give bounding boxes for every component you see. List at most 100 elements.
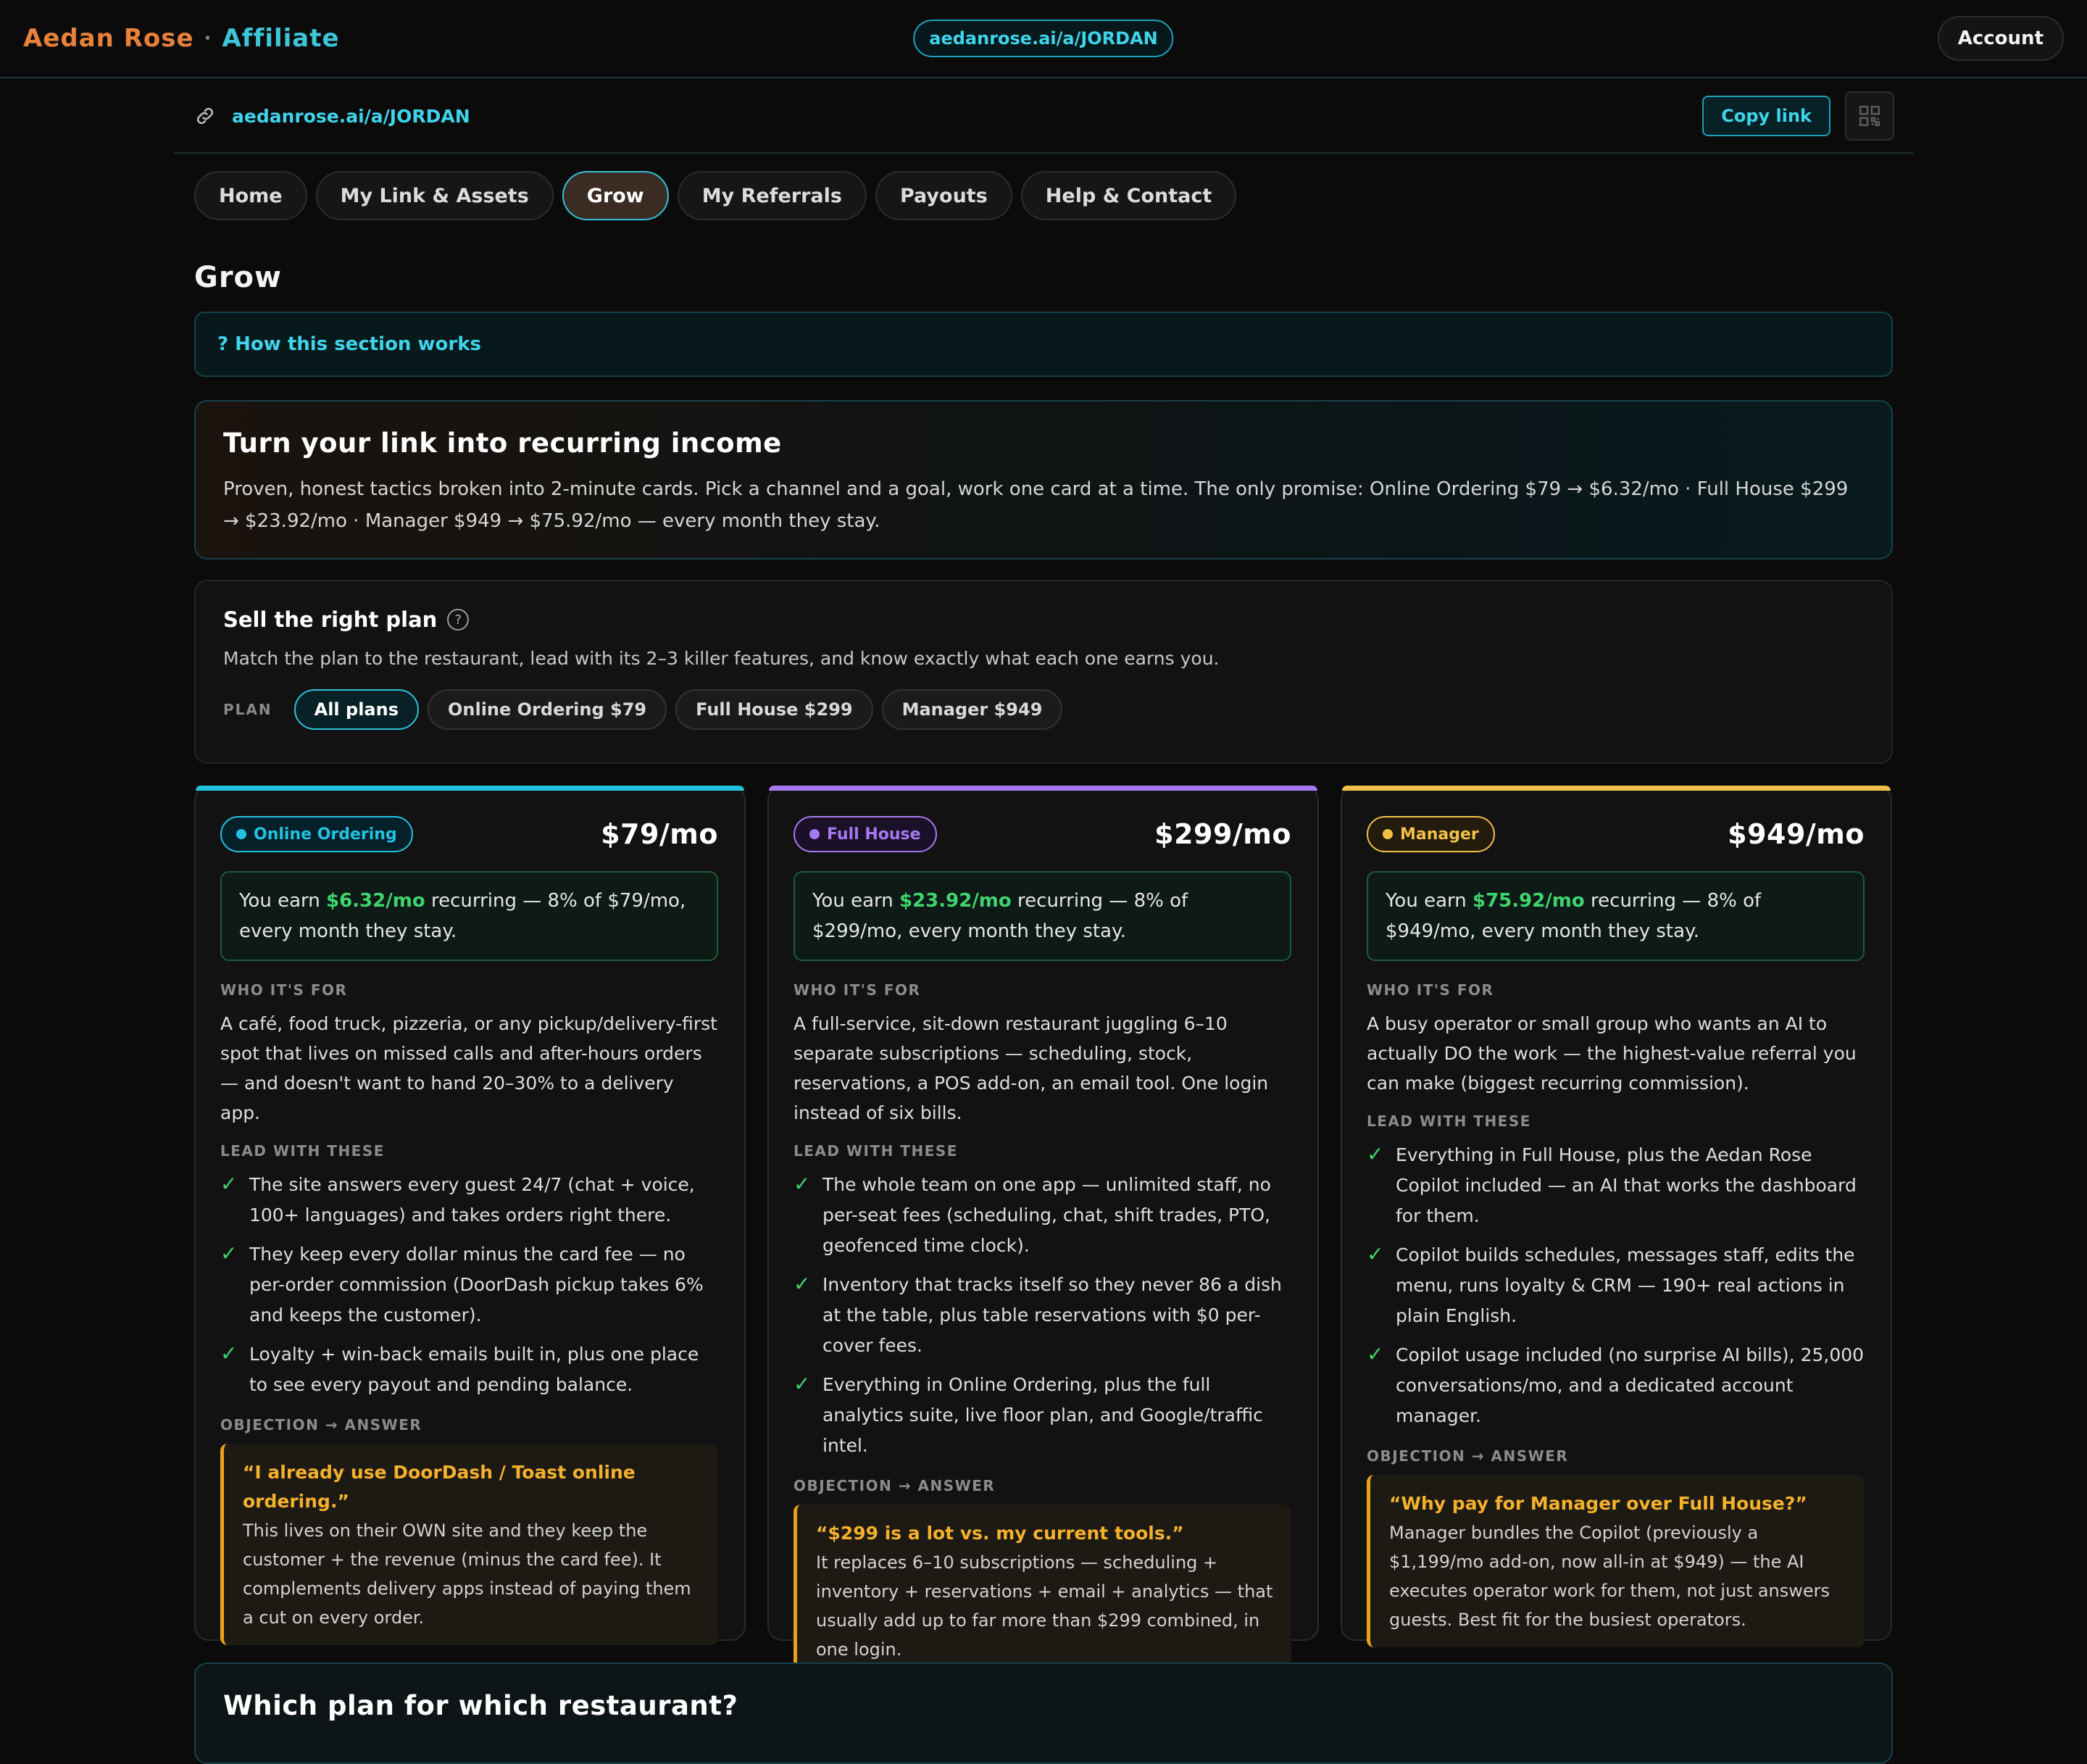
earn-amount: $75.92/mo (1472, 890, 1585, 912)
who-text: A café, food truck, pizzeria, or any pic… (220, 1013, 717, 1123)
tab-help-contact[interactable]: Help & Contact (1020, 171, 1237, 220)
lead-list: ✓ The site answers every guest 24/7 (chat… (220, 1170, 718, 1400)
earn-amount: $23.92/mo (899, 890, 1012, 912)
plan-card-manager: Manager $949/mo You earn $75.92/mo recur… (1341, 786, 1892, 1647)
check-icon: ✓ (1367, 1142, 1384, 1166)
who-label: WHO IT'S FOR (1367, 981, 1494, 999)
chip-all-plans[interactable]: All plans (293, 689, 419, 730)
how-section-works-toggle[interactable]: ? How this section works (194, 312, 1893, 377)
plan-price: $299/mo (1154, 818, 1291, 850)
link-icon (196, 107, 214, 125)
check-icon: ✓ (220, 1241, 238, 1265)
who-label: WHO IT'S FOR (793, 981, 921, 999)
objection-answer: This lives on their OWN site and they ke… (243, 1520, 691, 1628)
qr-code-icon (1859, 105, 1880, 127)
earn-prefix: You earn (1386, 890, 1472, 912)
help-icon[interactable]: ? (447, 609, 470, 631)
list-item: ✓ Loyalty + win-back emails built in, plu… (220, 1339, 718, 1400)
check-icon: ✓ (1367, 1342, 1384, 1366)
who-label: WHO IT'S FOR (220, 981, 348, 999)
list-item: ✓ The site answers every guest 24/7 (chat… (220, 1170, 718, 1231)
plan-badge: Online Ordering (220, 816, 413, 852)
brand-section: Affiliate (222, 24, 340, 53)
copy-link-button[interactable]: Copy link (1702, 96, 1830, 136)
lead-text: Copilot builds schedules, messages staff… (1396, 1244, 1855, 1326)
plan-badge: Full House (793, 816, 937, 852)
plan-badge: Manager (1367, 816, 1495, 852)
badge-dot-icon (1383, 829, 1393, 839)
lead-text: Inventory that tracks itself so they nev… (822, 1274, 1282, 1356)
lead-text: The whole team on one app — unlimited st… (822, 1174, 1271, 1256)
earnings-box: You earn $23.92/mo recurring — 8% of $29… (793, 871, 1291, 961)
sell-plan-panel: Sell the right plan ? Match the plan to … (194, 580, 1893, 764)
plan-cards: Online Ordering $79/mo You earn $6.32/mo… (194, 786, 1893, 1677)
plan-badge-label: Full House (827, 825, 921, 844)
plan-filter-label: PLAN (223, 701, 272, 718)
check-icon: ✓ (220, 1341, 238, 1365)
tab-grow[interactable]: Grow (562, 171, 669, 220)
objection-question: “$299 is a lot vs. my current tools.” (816, 1523, 1184, 1544)
tab-my-referrals[interactable]: My Referrals (677, 171, 867, 220)
lead-text: Loyalty + win-back emails built in, plus… (249, 1344, 699, 1395)
referral-link[interactable]: aedanrose.ai/a/JORDAN (232, 106, 470, 127)
objection-box: “I already use DoorDash / Toast online o… (220, 1444, 718, 1645)
tab-home[interactable]: Home (194, 171, 307, 220)
list-item: ✓ They keep every dollar minus the card f… (220, 1239, 718, 1331)
tab-my-link-assets[interactable]: My Link & Assets (315, 171, 554, 220)
sell-subtitle: Match the plan to the restaurant, lead w… (223, 648, 1220, 669)
lead-text: Everything in Online Ordering, plus the … (822, 1374, 1263, 1456)
list-item: ✓ Copilot usage included (no surprise AI … (1367, 1340, 1865, 1431)
check-icon: ✓ (793, 1372, 811, 1396)
chip-full-house[interactable]: Full House $299 (675, 689, 873, 730)
tab-payouts[interactable]: Payouts (875, 171, 1012, 220)
plan-badge-label: Online Ordering (254, 825, 397, 844)
hero-panel: Turn your link into recurring income Pro… (194, 400, 1893, 559)
hero-title: Turn your link into recurring income (223, 428, 782, 459)
earn-prefix: You earn (812, 890, 899, 912)
objection-label: OBJECTION → ANSWER (793, 1477, 996, 1494)
check-icon: ✓ (793, 1272, 811, 1296)
brand-logo[interactable]: Aedan Rose · Affiliate (23, 24, 340, 53)
earn-amount: $6.32/mo (325, 890, 425, 912)
referral-link-bar: aedanrose.ai/a/JORDAN Copy link (174, 80, 1913, 154)
objection-answer: Manager bundles the Copilot (previously … (1389, 1523, 1830, 1630)
list-item: ✓ Everything in Online Ordering, plus the… (793, 1370, 1291, 1461)
lead-text: Copilot usage included (no surprise AI b… (1396, 1344, 1865, 1426)
who-text: A full-service, sit-down restaurant jugg… (793, 1013, 1269, 1123)
objection-box: “$299 is a lot vs. my current tools.” It… (793, 1505, 1291, 1677)
list-item: ✓ The whole team on one app — unlimited s… (793, 1170, 1291, 1261)
lead-label: LEAD WITH THESE (1367, 1112, 1531, 1130)
plan-price: $949/mo (1728, 818, 1865, 850)
lead-list: ✓ The whole team on one app — unlimited s… (793, 1170, 1291, 1461)
brand-name: Aedan Rose (23, 24, 194, 53)
chip-online-ordering[interactable]: Online Ordering $79 (427, 689, 667, 730)
list-item: ✓ Inventory that tracks itself so they ne… (793, 1270, 1291, 1361)
objection-question: “Why pay for Manager over Full House?” (1389, 1493, 1807, 1514)
plan-price: $79/mo (601, 818, 718, 850)
sell-title: Sell the right plan (223, 607, 438, 632)
which-plan-title: Which plan for which restaurant? (223, 1690, 738, 1721)
plan-card-full-house: Full House $299/mo You earn $23.92/mo re… (767, 786, 1319, 1677)
which-plan-panel: Which plan for which restaurant? (194, 1663, 1893, 1764)
account-button[interactable]: Account (1937, 16, 2064, 61)
qr-code-button[interactable] (1845, 91, 1894, 141)
check-icon: ✓ (220, 1172, 238, 1196)
lead-text: Everything in Full House, plus the Aedan… (1396, 1144, 1857, 1226)
earnings-box: You earn $6.32/mo recurring — 8% of $79/… (220, 871, 718, 961)
lead-text: The site answers every guest 24/7 (chat … (249, 1174, 695, 1226)
objection-box: “Why pay for Manager over Full House?” M… (1367, 1475, 1865, 1647)
who-text: A busy operator or small group who wants… (1367, 1013, 1857, 1094)
chip-manager[interactable]: Manager $949 (881, 689, 1063, 730)
objection-answer: It replaces 6–10 subscriptions — schedul… (816, 1552, 1273, 1660)
page-title: Grow (194, 261, 282, 294)
lead-label: LEAD WITH THESE (220, 1142, 385, 1160)
badge-dot-icon (236, 829, 246, 839)
earn-prefix: You earn (239, 890, 326, 912)
objection-question: “I already use DoorDash / Toast online o… (243, 1462, 636, 1512)
header-referral-link[interactable]: aedanrose.ai/a/JORDAN (913, 20, 1174, 57)
lead-list: ✓ Everything in Full House, plus the Aeda… (1367, 1140, 1865, 1431)
list-item: ✓ Copilot builds schedules, messages staf… (1367, 1240, 1865, 1331)
plan-filter: PLAN All plans Online Ordering $79 Full … (223, 689, 1864, 730)
hero-text: Proven, honest tactics broken into 2-min… (223, 478, 1849, 532)
main-tabs: Home My Link & Assets Grow My Referrals … (194, 171, 1237, 220)
